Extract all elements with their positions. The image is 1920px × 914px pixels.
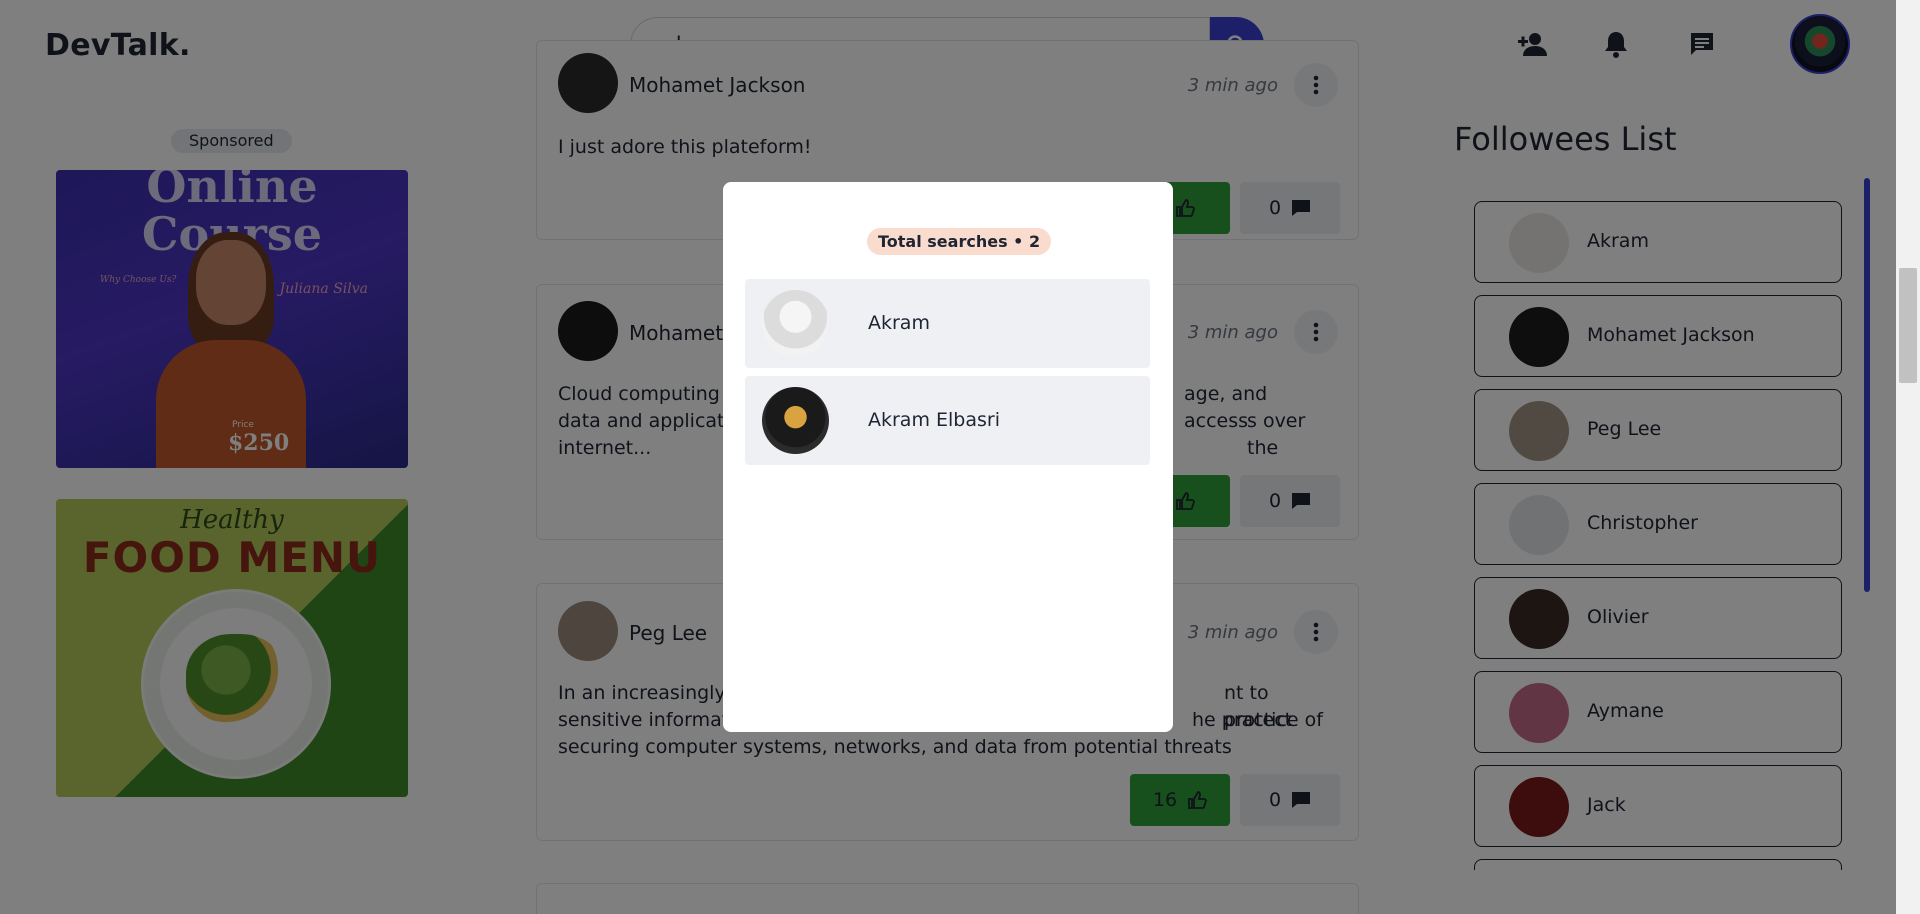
result-avatar bbox=[762, 387, 829, 454]
total-searches-badge: Total searches • 2 bbox=[867, 228, 1052, 255]
page-scrollbar[interactable] bbox=[1896, 0, 1920, 914]
page-scrollbar-thumb[interactable] bbox=[1899, 268, 1917, 383]
result-name: Akram Elbasri bbox=[868, 409, 1000, 431]
result-name: Akram bbox=[868, 312, 930, 334]
search-result-item[interactable]: Akram Elbasri bbox=[745, 376, 1150, 465]
search-result-item[interactable]: Akram bbox=[745, 279, 1150, 368]
search-results-modal: Total searches • 2 Akram Akram Elbasri bbox=[723, 182, 1173, 732]
result-avatar bbox=[762, 290, 829, 357]
